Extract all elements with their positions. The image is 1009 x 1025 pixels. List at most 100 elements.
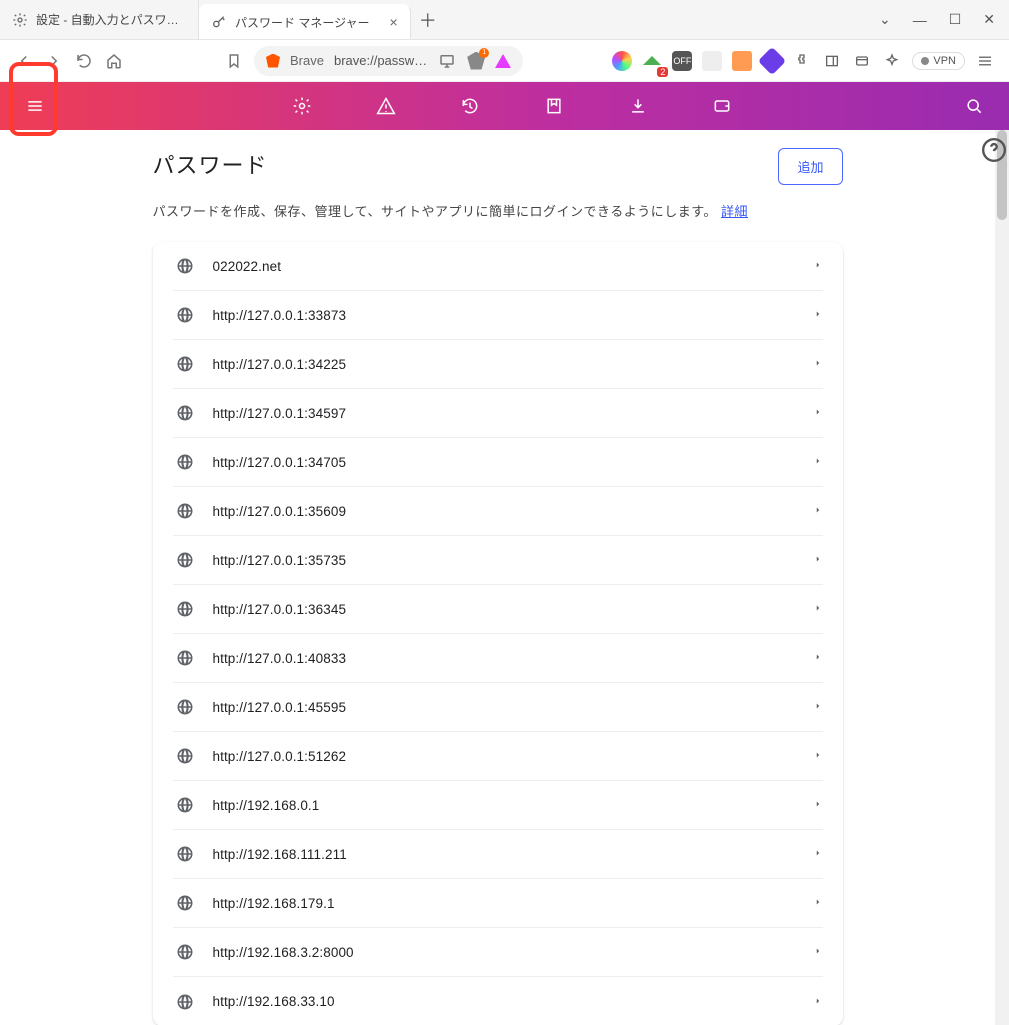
vpn-label: VPN bbox=[933, 55, 956, 67]
chevron-right-icon bbox=[813, 698, 823, 716]
chevron-right-icon bbox=[813, 306, 823, 324]
site-label: http://127.0.0.1:34705 bbox=[213, 455, 813, 470]
extension-icon[interactable] bbox=[612, 51, 632, 71]
reload-button[interactable] bbox=[74, 51, 94, 71]
maximize-button[interactable]: ☐ bbox=[949, 11, 962, 28]
password-manager-toolbar bbox=[0, 82, 1009, 130]
site-label: http://127.0.0.1:35735 bbox=[213, 553, 813, 568]
site-label: http://127.0.0.1:51262 bbox=[213, 749, 813, 764]
chevron-right-icon bbox=[813, 355, 823, 373]
site-label: http://127.0.0.1:34597 bbox=[213, 406, 813, 421]
help-icon[interactable] bbox=[981, 137, 1007, 163]
forward-button[interactable] bbox=[44, 51, 64, 71]
chevron-right-icon bbox=[813, 551, 823, 569]
close-tab-icon[interactable]: × bbox=[390, 14, 398, 30]
extension-off-badge[interactable]: OFF bbox=[672, 51, 692, 71]
warning-triangle-icon[interactable] bbox=[374, 94, 398, 118]
globe-icon bbox=[173, 744, 197, 768]
sidepanel-icon[interactable] bbox=[822, 51, 842, 71]
chevron-right-icon bbox=[813, 453, 823, 471]
vpn-chip[interactable]: VPN bbox=[912, 52, 965, 70]
extension-icon[interactable] bbox=[732, 51, 752, 71]
site-label: http://192.168.33.10 bbox=[213, 994, 813, 1009]
site-label: http://127.0.0.1:45595 bbox=[213, 700, 813, 715]
password-row[interactable]: http://192.168.3.2:8000 bbox=[173, 928, 823, 977]
sparkle-icon[interactable] bbox=[882, 51, 902, 71]
scrollbar[interactable] bbox=[995, 130, 1009, 1025]
globe-icon bbox=[173, 646, 197, 670]
tab-title: 設定 - 自動入力とパスワード bbox=[36, 11, 186, 28]
password-row[interactable]: http://192.168.0.1 bbox=[173, 781, 823, 830]
menu-icon[interactable] bbox=[23, 94, 47, 118]
password-row[interactable]: http://127.0.0.1:36345 bbox=[173, 585, 823, 634]
page-description: パスワードを作成、保存、管理して、サイトやアプリに簡単にログインできるようにしま… bbox=[153, 201, 843, 220]
chevron-right-icon bbox=[813, 845, 823, 863]
warning-triangle-icon[interactable] bbox=[495, 54, 511, 68]
password-row[interactable]: http://192.168.111.211 bbox=[173, 830, 823, 879]
tab-settings[interactable]: 設定 - 自動入力とパスワード bbox=[0, 0, 199, 39]
key-icon bbox=[211, 14, 227, 30]
globe-icon bbox=[173, 352, 197, 376]
extension-icon[interactable] bbox=[758, 46, 786, 74]
password-row[interactable]: http://192.168.179.1 bbox=[173, 879, 823, 928]
close-window-button[interactable]: ✕ bbox=[983, 11, 995, 28]
chevron-right-icon bbox=[813, 600, 823, 618]
history-icon[interactable] bbox=[458, 94, 482, 118]
globe-icon bbox=[173, 990, 197, 1014]
download-icon[interactable] bbox=[626, 94, 650, 118]
globe-icon bbox=[173, 450, 197, 474]
password-row[interactable]: 022022.net bbox=[173, 242, 823, 291]
globe-icon bbox=[173, 254, 197, 278]
back-button[interactable] bbox=[14, 51, 34, 71]
site-label: http://127.0.0.1:34225 bbox=[213, 357, 813, 372]
browser-tabstrip: 設定 - 自動入力とパスワード パスワード マネージャー × ＋ ⌄ — ☐ ✕ bbox=[0, 0, 1009, 40]
content-scroll: パスワード 追加 パスワードを作成、保存、管理して、サイトやアプリに簡単にログイ… bbox=[0, 130, 995, 1025]
hamburger-menu-icon[interactable] bbox=[975, 51, 995, 71]
browser-toolbar: Brave brave://passw… 1 2 OFF VPN bbox=[0, 40, 1009, 82]
brand-label: Brave bbox=[290, 53, 324, 68]
password-row[interactable]: http://127.0.0.1:51262 bbox=[173, 732, 823, 781]
home-button[interactable] bbox=[104, 51, 124, 71]
chevron-right-icon bbox=[813, 993, 823, 1011]
password-row[interactable]: http://127.0.0.1:34705 bbox=[173, 438, 823, 487]
extension-badge-count[interactable]: 2 bbox=[642, 51, 662, 71]
password-row[interactable]: http://127.0.0.1:45595 bbox=[173, 683, 823, 732]
password-row[interactable]: http://192.168.33.10 bbox=[173, 977, 823, 1025]
address-bar[interactable]: Brave brave://passw… 1 bbox=[254, 46, 523, 76]
search-icon[interactable] bbox=[962, 94, 986, 118]
password-row[interactable]: http://127.0.0.1:34597 bbox=[173, 389, 823, 438]
password-row[interactable]: http://127.0.0.1:40833 bbox=[173, 634, 823, 683]
bookmark-icon[interactable] bbox=[224, 51, 244, 71]
wallet-ext-icon[interactable] bbox=[852, 51, 872, 71]
bookmark-panel-icon[interactable] bbox=[542, 94, 566, 118]
password-row[interactable]: http://127.0.0.1:35735 bbox=[173, 536, 823, 585]
tab-password-manager[interactable]: パスワード マネージャー × bbox=[199, 4, 411, 39]
globe-icon bbox=[173, 793, 197, 817]
globe-icon bbox=[173, 548, 197, 572]
chevron-right-icon bbox=[813, 747, 823, 765]
site-label: http://192.168.179.1 bbox=[213, 896, 813, 911]
page-title: パスワード bbox=[153, 148, 268, 180]
password-row[interactable]: http://127.0.0.1:35609 bbox=[173, 487, 823, 536]
gear-icon bbox=[12, 12, 28, 28]
password-list: 022022.nethttp://127.0.0.1:33873 http://1… bbox=[153, 242, 843, 1025]
gear-icon[interactable] bbox=[290, 94, 314, 118]
brave-lion-icon[interactable]: 1 bbox=[467, 52, 485, 70]
wallet-icon[interactable] bbox=[710, 94, 734, 118]
description-text: パスワードを作成、保存、管理して、サイトやアプリに簡単にログインできるようにしま… bbox=[153, 204, 722, 219]
puzzle-icon[interactable] bbox=[792, 51, 812, 71]
extension-icon[interactable] bbox=[702, 51, 722, 71]
learn-more-link[interactable]: 詳細 bbox=[721, 204, 748, 219]
chevron-right-icon bbox=[813, 404, 823, 422]
password-row[interactable]: http://127.0.0.1:33873 bbox=[173, 291, 823, 340]
desktop-icon[interactable] bbox=[437, 51, 457, 71]
site-label: http://192.168.3.2:8000 bbox=[213, 945, 813, 960]
tab-title: パスワード マネージャー bbox=[235, 14, 370, 31]
new-tab-button[interactable]: ＋ bbox=[411, 0, 445, 39]
minimize-button[interactable]: — bbox=[913, 12, 927, 28]
vpn-status-dot bbox=[921, 57, 929, 65]
password-row[interactable]: http://127.0.0.1:34225 bbox=[173, 340, 823, 389]
add-password-button[interactable]: 追加 bbox=[778, 148, 842, 185]
globe-icon bbox=[173, 842, 197, 866]
chevron-down-icon[interactable]: ⌄ bbox=[879, 11, 891, 28]
